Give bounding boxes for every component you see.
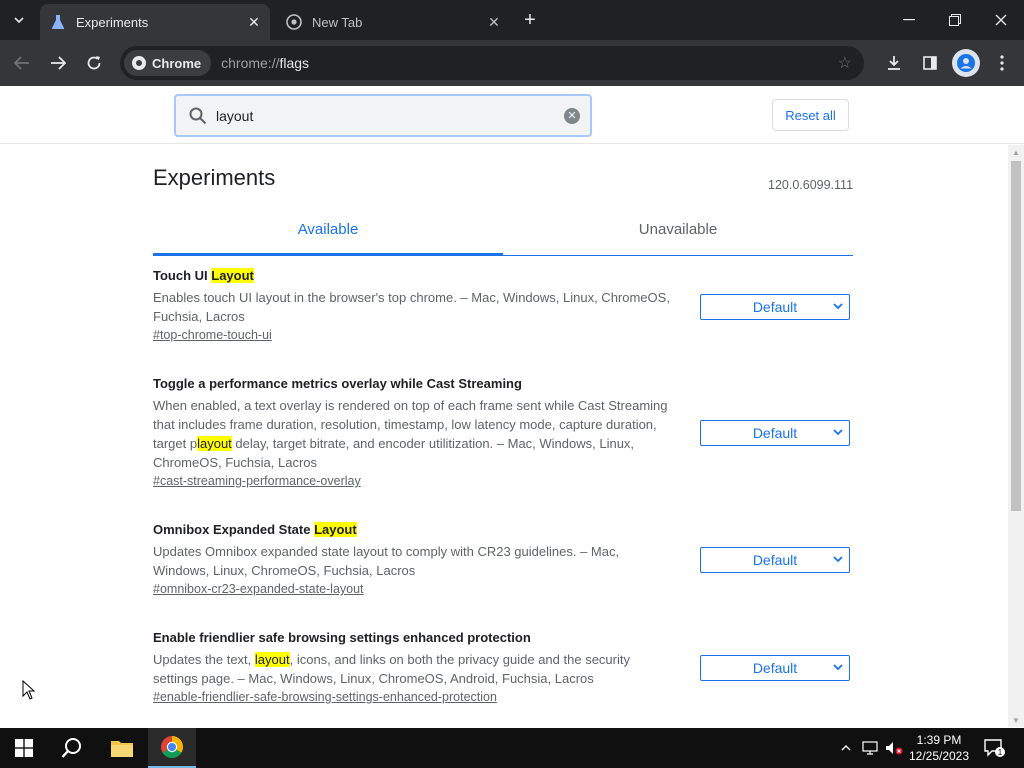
url-scheme: chrome:// [221, 55, 280, 71]
forward-icon[interactable] [44, 49, 72, 77]
flask-icon [50, 14, 66, 30]
experiment-name: Omnibox Expanded State Layout [153, 522, 357, 537]
scrollbar-thumb[interactable] [1011, 161, 1021, 511]
experiment-description: Updates the text, layout, icons, and lin… [153, 652, 630, 686]
experiment-description: Updates Omnibox expanded state layout to… [153, 544, 620, 578]
select-value: Default [752, 660, 798, 676]
select-value: Default [752, 299, 798, 315]
url-host: flags [279, 55, 310, 71]
close-tab-icon[interactable]: ✕ [484, 12, 504, 32]
chrome-icon [132, 56, 146, 70]
taskbar: 1:39 PM 12/25/2023 1 [0, 728, 1024, 768]
experiment-select[interactable]: Default [700, 294, 850, 320]
chevron-down-icon [833, 425, 843, 442]
select-value: Default [752, 552, 798, 568]
new-tab-icon[interactable]: + [518, 8, 542, 32]
experiment-item: Toggle a performance metrics overlay whi… [153, 375, 853, 490]
version-label: 120.0.6099.111 [768, 178, 854, 192]
tab-experiments[interactable]: Experiments ✕ [40, 4, 270, 40]
chevron-down-icon [833, 552, 843, 569]
flags-search-input[interactable] [216, 107, 556, 124]
toolbar: Chrome chrome://flags ☆ [0, 40, 1024, 86]
taskbar-clock[interactable]: 1:39 PM 12/25/2023 [903, 732, 975, 764]
scroll-up-icon[interactable]: ▲ [1008, 145, 1024, 159]
experiment-link[interactable]: #top-chrome-touch-ui [153, 328, 272, 342]
experiment-name: Touch UI Layout [153, 268, 254, 283]
site-chip[interactable]: Chrome [124, 50, 212, 76]
experiment-name: Enable friendlier safe browsing settings… [153, 630, 531, 645]
flags-search-box[interactable]: ✕ [174, 94, 592, 137]
flags-search-header: ✕ Reset all [0, 86, 1024, 144]
experiment-item: Omnibox Expanded State Layout Updates Om… [153, 521, 853, 598]
scroll-down-icon[interactable]: ▼ [1008, 713, 1024, 727]
experiment-select[interactable]: Default [700, 655, 850, 681]
select-value: Default [752, 425, 798, 441]
screen: Experiments ✕ New Tab ✕ + Chrome chrome:… [0, 0, 1024, 768]
url-text: chrome://flags [221, 55, 309, 71]
close-window-icon[interactable] [978, 0, 1024, 40]
reset-all-button[interactable]: Reset all [772, 99, 849, 131]
profile-avatar-icon[interactable] [952, 49, 980, 77]
tab-search-icon[interactable] [6, 8, 32, 32]
experiment-description: When enabled, a text overlay is rendered… [153, 398, 668, 470]
clock-time: 1:39 PM [916, 733, 962, 747]
experiment-link[interactable]: #omnibox-cr23-expanded-state-layout [153, 582, 364, 596]
experiment-name: Toggle a performance metrics overlay whi… [153, 376, 522, 391]
experiment-select[interactable]: Default [700, 547, 850, 573]
tab-title: New Tab [312, 14, 363, 30]
address-bar[interactable]: Chrome chrome://flags ☆ [120, 46, 864, 80]
site-chip-label: Chrome [152, 55, 202, 71]
clock-date: 12/25/2023 [908, 749, 970, 763]
network-icon[interactable] [860, 728, 880, 768]
experiment-link[interactable]: #cast-streaming-performance-overlay [153, 474, 361, 488]
back-icon[interactable] [8, 49, 36, 77]
flags-tabs: Available Unavailable [153, 221, 853, 256]
experiment-description: Enables touch UI layout in the browser's… [153, 290, 670, 324]
flags-content: Experiments 120.0.6099.111 Available Una… [0, 145, 1008, 727]
page-title: Experiments [153, 165, 276, 190]
bookmark-star-icon[interactable]: ☆ [838, 53, 852, 73]
windows-start-icon[interactable] [0, 728, 48, 768]
notification-icon[interactable]: 1 [980, 728, 1008, 768]
experiment-item: Enable friendlier safe browsing settings… [153, 629, 853, 706]
download-icon[interactable] [880, 49, 908, 77]
minimize-icon[interactable] [886, 0, 932, 40]
menu-icon[interactable] [988, 49, 1016, 77]
restore-icon[interactable] [932, 0, 978, 40]
file-explorer-icon[interactable] [98, 728, 146, 768]
chrome-icon [286, 14, 302, 30]
side-panel-icon[interactable] [916, 49, 944, 77]
tab-unavailable[interactable]: Unavailable [503, 221, 853, 255]
chevron-down-icon [833, 660, 843, 677]
reload-icon[interactable] [80, 49, 108, 77]
search-icon[interactable] [48, 728, 96, 768]
clear-search-icon[interactable]: ✕ [564, 107, 580, 124]
page-scrollbar[interactable]: ▲ ▼ [1008, 145, 1024, 727]
tab-strip: Experiments ✕ New Tab ✕ + [0, 0, 1024, 40]
experiment-select[interactable]: Default [700, 420, 850, 446]
tab-new-tab[interactable]: New Tab ✕ [276, 4, 510, 40]
show-hidden-icons-icon[interactable] [836, 728, 856, 768]
experiment-item: Touch UI Layout Enables touch UI layout … [153, 267, 853, 344]
volume-muted-icon[interactable] [884, 728, 904, 768]
close-tab-icon[interactable]: ✕ [244, 12, 264, 32]
experiment-link[interactable]: #enable-friendlier-safe-browsing-setting… [153, 690, 497, 704]
chevron-down-icon [833, 299, 843, 316]
tab-available[interactable]: Available [153, 221, 503, 255]
mouse-cursor-icon [22, 679, 36, 705]
notification-count: 1 [998, 748, 1003, 757]
chrome-taskbar-icon[interactable] [148, 728, 196, 768]
tab-title: Experiments [76, 14, 149, 30]
search-icon [188, 106, 208, 126]
